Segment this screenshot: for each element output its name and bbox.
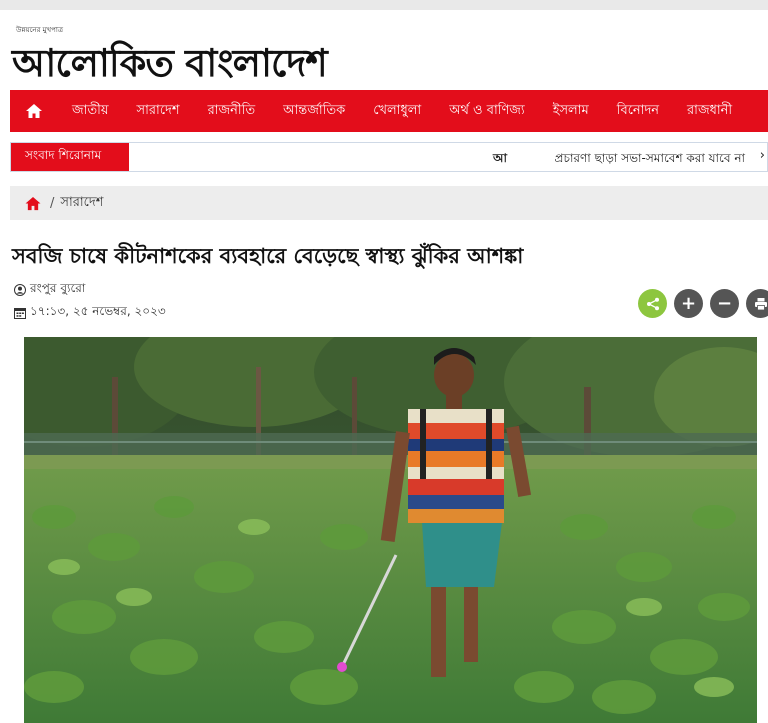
main-nav: জাতীয় সারাদেশ রাজনীতি আন্তর্জাতিক খেলাধ… (10, 90, 768, 132)
breadcrumb-separator: / (50, 195, 55, 211)
share-button[interactable] (638, 289, 667, 318)
share-controls: + − (638, 289, 768, 318)
plus-icon: + (680, 293, 697, 314)
datetime-text: ১৭:১৩, ২৫ নভেম্বর, ২০২৩ (30, 304, 166, 318)
ticker-track: আ প্রচারণা ছাড়া সভা-সমাবেশ করা যাবে না … (129, 143, 767, 171)
article-datetime: ১৭:১৩, ২৫ নভেম্বর, ২০২৩ (14, 303, 166, 323)
article-headline: সবজি চাষে কীটনাশকের ব্যবহারে বেড়েছে স্ব… (12, 243, 524, 268)
ticker-label: সংবাদ শিরোনাম (11, 143, 129, 171)
share-icon (646, 297, 659, 310)
nav-item-sports[interactable]: খেলাধুলা (359, 90, 435, 132)
nav-item-country[interactable]: সারাদেশ (123, 90, 194, 132)
nav-item-international[interactable]: আন্তর্জাতিক (269, 90, 359, 132)
nav-item-business[interactable]: অর্থ ও বাণিজ্য (435, 90, 539, 132)
font-decrease-button[interactable]: − (710, 289, 739, 318)
breadcrumb: / সারাদেশ (10, 186, 768, 220)
calendar-icon (14, 308, 26, 319)
author-name: রংপুর ব্যুরো (30, 281, 86, 295)
farmer-spraying-image (24, 337, 757, 723)
nav-home-button[interactable] (10, 90, 58, 132)
news-ticker: সংবাদ শিরোনাম আ প্রচারণা ছাড়া সভা-সমাবে… (10, 142, 768, 172)
ticker-next-icon[interactable]: › (760, 148, 765, 163)
browser-top-strip (0, 0, 768, 10)
article-photo (24, 337, 757, 723)
breadcrumb-current[interactable]: সারাদেশ (60, 193, 103, 214)
logo-text: আলোকিত বাংলাদেশ (12, 40, 328, 85)
nav-item-national[interactable]: জাতীয় (58, 90, 123, 132)
nav-item-islam[interactable]: ইসলাম (539, 90, 603, 132)
ticker-headline-link[interactable]: প্রচারণা ছাড়া সভা-সমাবেশ করা যাবে না (555, 150, 745, 170)
ticker-brand-mark: আ (493, 151, 507, 165)
user-icon (14, 284, 26, 296)
article-author: রংপুর ব্যুরো (14, 280, 85, 300)
print-icon (754, 297, 767, 310)
home-icon (26, 104, 42, 118)
home-icon[interactable] (24, 196, 42, 211)
print-button[interactable] (746, 289, 768, 318)
nav-item-politics[interactable]: রাজনীতি (194, 90, 270, 132)
font-increase-button[interactable]: + (674, 289, 703, 318)
minus-icon: − (716, 293, 733, 314)
site-logo[interactable]: উন্নয়নের মুখপাত্র আলোকিত বাংলাদেশ (12, 22, 328, 85)
nav-item-capital[interactable]: রাজধানী (673, 90, 746, 132)
nav-item-entertainment[interactable]: বিনোদন (603, 90, 673, 132)
